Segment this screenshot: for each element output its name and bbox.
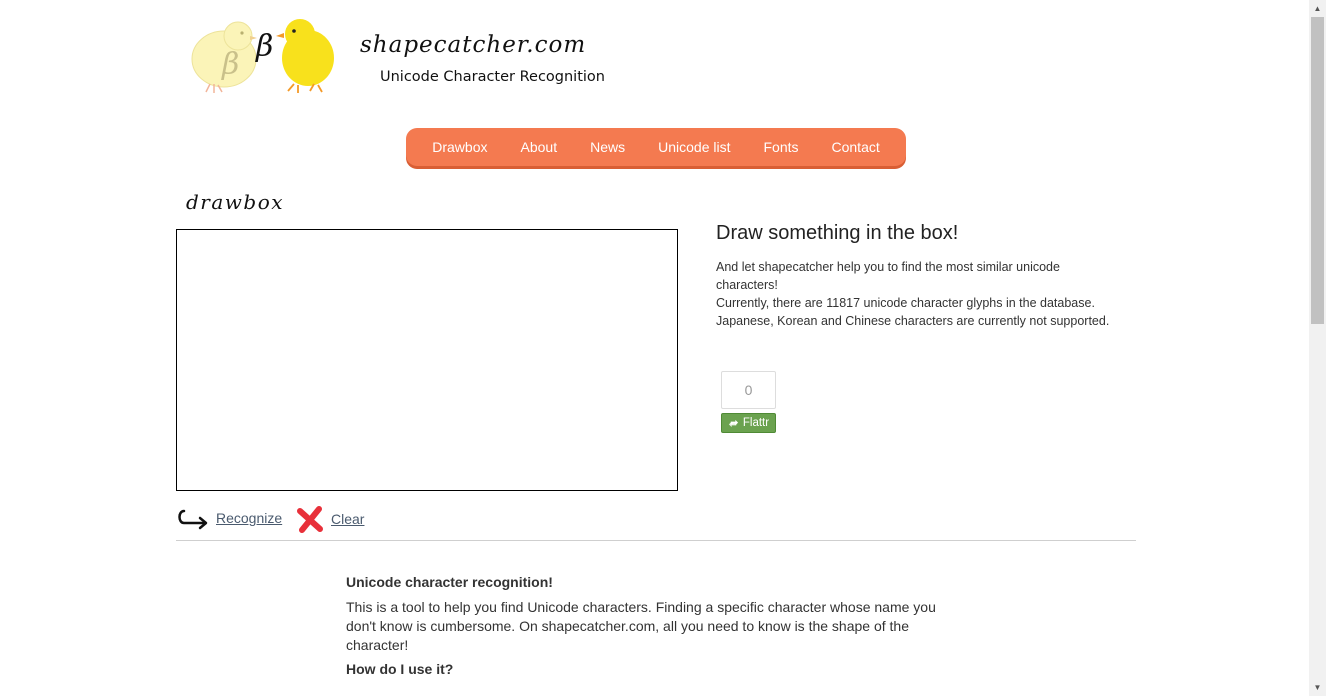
info-line-3: Japanese, Korean and Chinese characters … [716,314,1110,328]
flattr-button[interactable]: Flattr [721,413,776,433]
nav-contact[interactable]: Contact [815,128,896,166]
scroll-thumb[interactable] [1311,17,1324,324]
drawbox-title: drawbox [186,190,285,214]
page: β β shapecatcher.com Unicode Character R… [0,0,1309,696]
flattr-icon [728,419,738,427]
nav-fonts[interactable]: Fonts [747,128,815,166]
content-heading: Unicode character recognition! [346,574,553,590]
main-nav: Drawbox About News Unicode list Fonts Co… [406,128,906,166]
hook-arrow-icon [178,509,208,530]
drawing-canvas[interactable] [176,229,678,491]
content-paragraph: This is a tool to help you find Unicode … [346,599,936,653]
flattr-count: 0 [721,371,776,409]
info-title: Draw something in the box! [716,222,959,244]
recognize-link[interactable]: Recognize [216,510,282,526]
nav-unicode-list[interactable]: Unicode list [642,128,747,166]
info-text: And let shapecatcher help you to find th… [716,258,1116,330]
chicks-logo-icon: β β [191,19,334,93]
flattr-label: Flattr [742,417,770,429]
info-line-1: And let shapecatcher help you to find th… [716,260,1060,292]
section-divider [176,540,1136,541]
site-tagline: Unicode Character Recognition [380,69,605,85]
clear-link[interactable]: Clear [331,511,364,527]
scroll-down-icon[interactable]: ▼ [1309,679,1326,696]
nav-news[interactable]: News [574,128,642,166]
main-content: Unicode character recognition! This is a… [346,574,946,677]
svg-text:β: β [255,29,273,64]
recognize-action[interactable]: Recognize [178,505,282,531]
scroll-up-icon[interactable]: ▲ [1309,0,1326,17]
vertical-scrollbar[interactable]: ▲ ▼ [1309,0,1326,696]
site-logo[interactable]: β β [190,14,340,96]
red-x-icon [297,506,323,533]
nav-drawbox[interactable]: Drawbox [416,128,504,166]
site-name[interactable]: shapecatcher.com [360,32,586,58]
nav-about[interactable]: About [504,128,574,166]
info-line-2: Currently, there are 11817 unicode chara… [716,296,1095,310]
clear-action[interactable]: Clear [296,505,364,533]
content-subheading: How do I use it? [346,661,454,677]
svg-text:β: β [221,47,239,82]
